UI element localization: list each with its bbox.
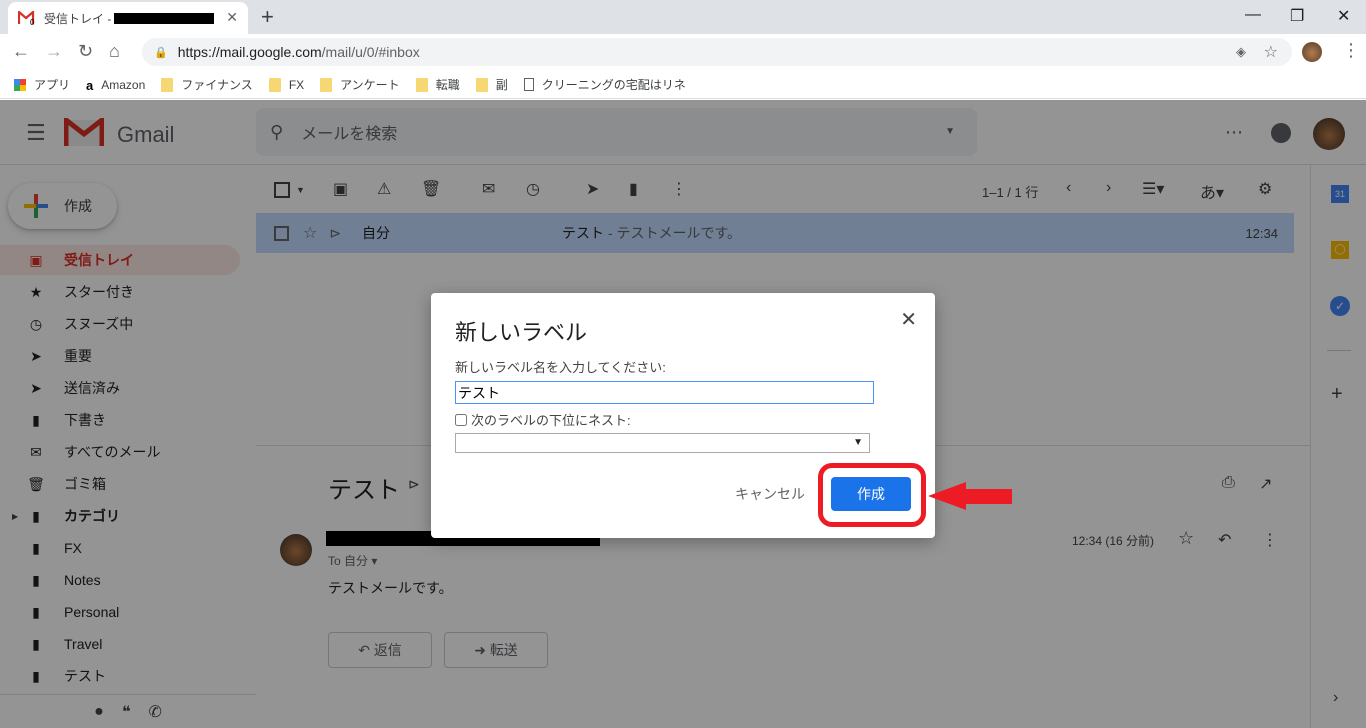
restore-button[interactable]: ❐ <box>1290 6 1304 26</box>
gmail-favicon-icon: 0 <box>17 9 36 27</box>
folder-icon <box>268 77 281 92</box>
bookmark-folder[interactable]: FX <box>268 77 304 92</box>
select-arrow-icon: ▼ <box>853 437 863 448</box>
apps-grid-icon <box>14 78 26 91</box>
tab-close-icon[interactable]: ✕ <box>226 9 238 26</box>
reload-button[interactable]: ↻ <box>78 41 93 62</box>
home-button[interactable]: ⌂ <box>109 41 120 62</box>
url-path: /mail/u/0/#inbox <box>321 44 420 60</box>
folder-icon <box>161 77 174 92</box>
bookmark-apps[interactable]: アプリ <box>14 76 70 93</box>
nest-checkbox[interactable] <box>455 413 467 426</box>
bookmark-folder[interactable]: 副 <box>475 76 508 93</box>
parent-label-select[interactable]: ▼ <box>455 433 870 453</box>
browser-menu-icon[interactable]: ⋮ <box>1342 40 1360 61</box>
extension-icon[interactable]: ◈ <box>1236 44 1246 60</box>
dialog-close-icon[interactable]: ✕ <box>900 307 917 332</box>
bookmark-folder[interactable]: ファイナンス <box>161 76 253 93</box>
url-host: https://mail.google.com <box>177 44 322 60</box>
folder-icon <box>415 77 428 92</box>
folder-icon <box>475 77 488 92</box>
browser-toolbar: ← → ↻ ⌂ 🔒 https://mail.google.com/mail/u… <box>0 34 1366 71</box>
window-close-button[interactable]: ✕ <box>1337 6 1350 26</box>
page-icon <box>523 78 534 91</box>
browser-tab[interactable]: 0 受信トレイ - ✕ <box>8 2 248 34</box>
bookmark-folder[interactable]: アンケート <box>320 76 400 93</box>
red-arrow-annotation <box>928 482 1012 510</box>
bookmark-folder[interactable]: 転職 <box>415 76 460 93</box>
profile-avatar[interactable] <box>1302 42 1322 62</box>
amazon-icon: a <box>86 77 94 93</box>
back-button[interactable]: ← <box>12 41 30 62</box>
address-bar[interactable]: 🔒 https://mail.google.com/mail/u/0/#inbo… <box>142 38 1292 66</box>
folder-icon <box>320 77 333 92</box>
minimize-button[interactable]: — <box>1245 6 1261 24</box>
new-tab-button[interactable]: + <box>261 4 274 30</box>
browser-tab-strip: 0 受信トレイ - ✕ + — ❐ ✕ <box>0 0 1366 34</box>
redacted-block <box>114 12 215 24</box>
bookmark-star-icon[interactable]: ☆ <box>1264 42 1278 62</box>
label-name-prompt: 新しいラベル名を入力してください: <box>455 360 666 375</box>
svg-text:0: 0 <box>30 18 35 25</box>
bookmark-page[interactable]: クリーニングの宅配はリネ <box>523 76 686 93</box>
bookmark-amazon[interactable]: a Amazon <box>86 77 145 93</box>
label-name-input[interactable] <box>455 381 874 404</box>
lock-icon: 🔒 <box>154 46 168 59</box>
highlight-box-annotation <box>818 463 926 527</box>
forward-button[interactable]: → <box>45 41 63 62</box>
dialog-title: 新しいラベル <box>455 320 588 345</box>
cancel-button[interactable]: キャンセル <box>735 484 805 504</box>
tab-title: 受信トレイ - <box>44 10 215 27</box>
nest-label-option[interactable]: 次のラベルの下位にネスト: <box>455 410 631 429</box>
bookmarks-bar: アプリ a Amazon ファイナンス FX アンケート 転職 副 クリーニング… <box>0 71 1366 99</box>
